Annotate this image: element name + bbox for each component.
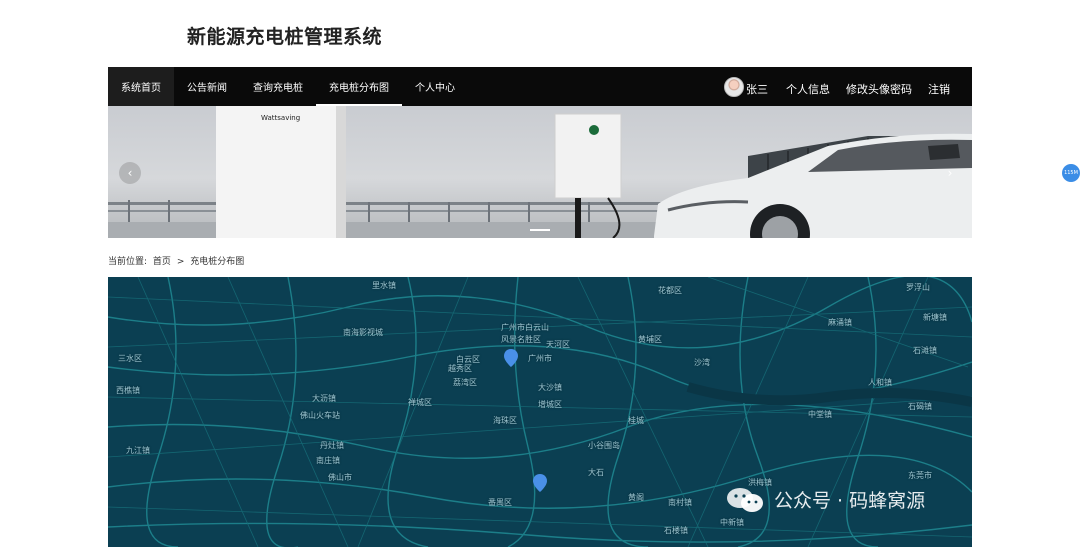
user-menu: 张三 个人信息 修改头像密码 注销 — [724, 67, 972, 106]
map-label: 增城区 — [538, 400, 562, 409]
carousel-next-button[interactable]: › — [939, 162, 961, 184]
map-label: 桂城 — [628, 416, 644, 425]
map-label: 人和镇 — [868, 378, 892, 387]
breadcrumb-separator: > — [176, 257, 185, 267]
banner-carousel[interactable]: Wattsaving ‹ › — [108, 106, 972, 238]
watermark: 公众号 · 码蜂窝源 — [726, 486, 925, 513]
profile-link[interactable]: 个人信息 — [786, 81, 830, 97]
map-label: 海珠区 — [493, 416, 517, 425]
nav-item-personal-center[interactable]: 个人中心 — [402, 67, 468, 106]
nav-item-search-charger[interactable]: 查询充电桩 — [240, 67, 316, 106]
change-avatar-password-link[interactable]: 修改头像密码 — [846, 81, 912, 97]
map-label: 中新镇 — [720, 518, 744, 527]
map-label: 西樵镇 — [116, 386, 140, 395]
wechat-icon — [727, 487, 763, 512]
user-name[interactable]: 张三 — [746, 81, 768, 97]
map-label: 大沥镇 — [312, 394, 336, 403]
map-label: 南庄镇 — [316, 456, 340, 465]
map-label: 花都区 — [658, 286, 682, 295]
top-navbar: 系统首页 公告新闻 查询充电桩 充电桩分布图 个人中心 张三 个人信息 修改头像… — [108, 67, 972, 106]
map-label: 广州市白云山 — [501, 323, 549, 332]
map-label: 大石 — [588, 468, 604, 477]
map-label: 荔湾区 — [453, 378, 477, 387]
side-badge[interactable]: 115M — [1062, 164, 1080, 182]
map-label: 罗浮山 — [906, 283, 930, 292]
map-label: 大沙镇 — [538, 383, 562, 392]
map-label: 麻涌镇 — [828, 318, 852, 327]
charger-brand-text: Wattsaving — [261, 114, 300, 122]
charger-marker-1[interactable] — [504, 349, 518, 367]
map-label: 沙湾 — [694, 358, 710, 367]
map-label: 三水区 — [118, 354, 142, 363]
banner-image: Wattsaving — [108, 106, 972, 238]
map-label: 南村镇 — [668, 498, 692, 507]
map-label: 越秀区 — [448, 364, 472, 373]
charger-marker-2[interactable] — [533, 474, 547, 492]
logout-link[interactable]: 注销 — [928, 81, 950, 97]
map-label: 石楼镇 — [664, 526, 688, 535]
breadcrumb: 当前位置: 首页 > 充电桩分布图 — [108, 254, 247, 267]
map-label: 广州市 — [528, 354, 552, 363]
nav-item-charger-map[interactable]: 充电桩分布图 — [316, 67, 402, 106]
breadcrumb-prefix: 当前位置: — [108, 257, 148, 267]
map-label: 佛山火车站 — [300, 411, 340, 420]
map-label: 天河区 — [546, 340, 570, 349]
nav-item-home[interactable]: 系统首页 — [108, 67, 174, 106]
breadcrumb-current: 充电桩分布图 — [190, 257, 245, 267]
map-label: 九江镇 — [126, 446, 150, 455]
map-label: 黄埔区 — [638, 335, 662, 344]
map-label: 南海影视城 — [343, 328, 383, 337]
map-label: 番禺区 — [488, 498, 512, 507]
watermark-text: 公众号 · 码蜂窝源 — [774, 490, 926, 512]
map-label: 里水镇 — [372, 281, 396, 290]
map-label: 风景名胜区 — [501, 335, 541, 344]
map-label: 佛山市 — [328, 473, 352, 482]
map-label: 石滩镇 — [913, 346, 937, 355]
site-title: 新能源充电桩管理系统 — [187, 26, 383, 48]
carousel-indicator[interactable] — [530, 229, 550, 231]
map-label: 禅城区 — [408, 398, 432, 407]
user-avatar[interactable] — [724, 76, 744, 97]
map-label: 东莞市 — [908, 471, 932, 480]
map-label: 中堂镇 — [808, 410, 832, 419]
nav-item-news[interactable]: 公告新闻 — [174, 67, 240, 106]
breadcrumb-home-link[interactable]: 首页 — [153, 257, 171, 267]
map-label: 黄阁 — [628, 493, 644, 502]
map-label: 石碣镇 — [908, 402, 932, 411]
map-label: 丹灶镇 — [320, 441, 344, 450]
nav-menu: 系统首页 公告新闻 查询充电桩 充电桩分布图 个人中心 — [108, 67, 468, 106]
map-label: 小谷围岛 — [588, 441, 620, 450]
map-label: 新塘镇 — [923, 313, 947, 322]
carousel-prev-button[interactable]: ‹ — [119, 162, 141, 184]
